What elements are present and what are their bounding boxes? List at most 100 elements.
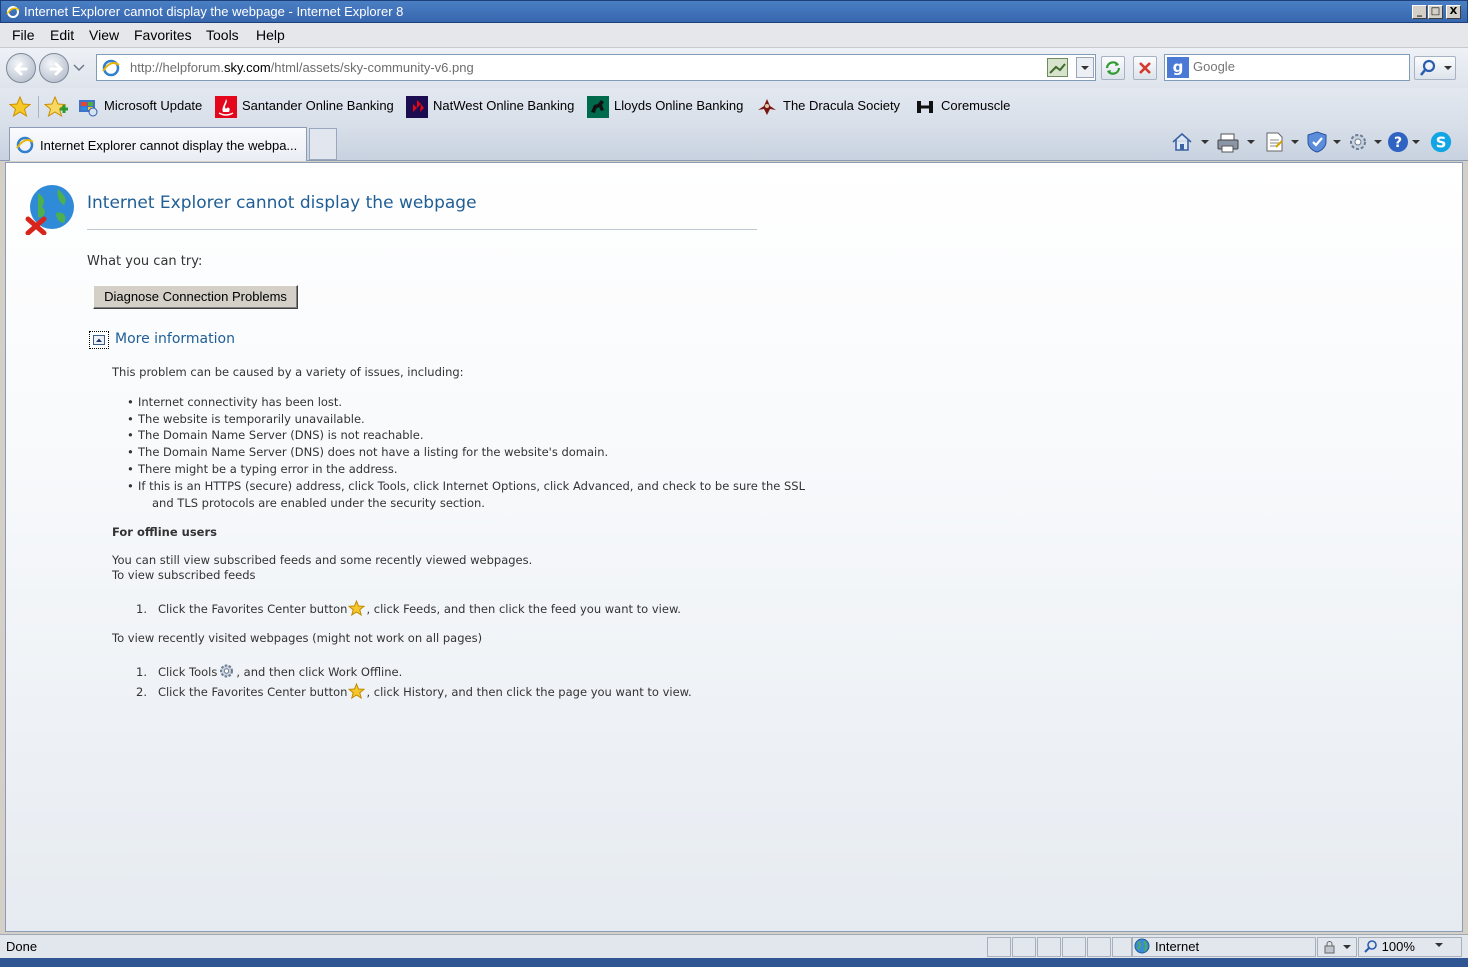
new-tab-button[interactable] [309, 128, 337, 160]
cause-item: The Domain Name Server (DNS) does not ha… [127, 445, 608, 459]
tools-gear-icon[interactable] [1346, 130, 1386, 154]
skype-icon[interactable]: S [1428, 130, 1454, 154]
more-information-link[interactable]: More information [115, 331, 235, 347]
address-bar[interactable]: http://helpforum.sky.com/html/assets/sky… [96, 54, 1096, 81]
favorite-natwest[interactable]: NatWest Online Banking [406, 96, 582, 118]
favorite-label: Santander Online Banking [242, 98, 394, 113]
favorites-bar: Microsoft Update Santander Online Bankin… [0, 88, 1468, 125]
favorite-coremuscle[interactable]: Coremuscle [914, 96, 1018, 118]
protected-mode-cell[interactable] [1317, 937, 1357, 957]
page-menu-icon[interactable] [1263, 130, 1303, 154]
zone-label: Internet [1155, 939, 1200, 954]
menu-help[interactable]: Help [256, 27, 285, 43]
status-cell [1087, 937, 1111, 957]
minimize-button[interactable]: _ [1412, 5, 1427, 19]
stop-x-icon [1139, 62, 1151, 74]
step-number: 1. [136, 665, 147, 679]
santander-flame-icon [215, 96, 237, 118]
search-button[interactable] [1414, 56, 1456, 80]
history-dropdown-icon[interactable] [73, 64, 85, 72]
dracula-icon [758, 99, 776, 115]
refresh-icon [1105, 61, 1121, 75]
help-icon[interactable]: ? [1386, 130, 1424, 154]
compatibility-view-icon[interactable] [1047, 58, 1068, 77]
cause-item: There might be a typing error in the add… [127, 462, 398, 476]
forward-arrow-icon [49, 62, 64, 76]
globe-error-icon [25, 185, 74, 235]
page-heading: Internet Explorer cannot display the web… [87, 193, 477, 213]
problem-intro: This problem can be caused by a variety … [112, 365, 464, 379]
cause-item-continued: and TLS protocols are enabled under the … [152, 496, 485, 510]
safety-shield-icon[interactable] [1305, 130, 1345, 154]
dumbbell-icon [917, 101, 933, 113]
address-url[interactable]: http://helpforum.sky.com/html/assets/sky… [130, 60, 474, 75]
cause-item: If this is an HTTPS (secure) address, cl… [127, 479, 805, 493]
forward-button[interactable] [39, 53, 69, 83]
menu-file[interactable]: File [12, 27, 35, 43]
favorite-label: Lloyds Online Banking [614, 98, 744, 113]
svg-text:?: ? [1394, 135, 1402, 151]
zoom-level[interactable]: 100% [1364, 939, 1445, 954]
internet-globe-icon [1134, 938, 1150, 954]
more-information-toggle[interactable] [89, 331, 109, 349]
back-arrow-icon [13, 62, 28, 76]
back-button[interactable] [6, 53, 36, 83]
menu-favorites[interactable]: Favorites [134, 27, 192, 43]
menu-view[interactable]: View [89, 27, 119, 43]
maximize-button[interactable]: □ [1428, 5, 1443, 19]
security-zone[interactable]: Internet [1134, 938, 1199, 957]
favorite-label: NatWest Online Banking [433, 98, 575, 113]
close-button[interactable]: X [1446, 5, 1461, 19]
search-icon [1419, 59, 1452, 76]
menu-edit[interactable]: Edit [50, 27, 74, 43]
favorite-microsoft-update[interactable]: Microsoft Update [77, 96, 212, 118]
tab-label: Internet Explorer cannot display the web… [40, 138, 298, 153]
title-bar[interactable]: Internet Explorer cannot display the web… [0, 0, 1468, 23]
step-text: Click the Favorites Center button [157, 602, 348, 616]
recent-step-2: 2. Click the Favorites Center button , cl… [136, 683, 692, 699]
status-cell [1012, 937, 1036, 957]
favorite-santander[interactable]: Santander Online Banking [215, 96, 400, 118]
menu-tools[interactable]: Tools [206, 27, 239, 43]
address-dropdown-icon[interactable] [1076, 57, 1094, 78]
print-icon[interactable] [1216, 130, 1258, 154]
favorite-label: Coremuscle [941, 98, 1011, 113]
refresh-button[interactable] [1101, 56, 1125, 80]
tab-ie-icon [16, 136, 34, 154]
favorites-star-icon[interactable] [8, 95, 32, 119]
offline-text: You can still view subscribed feeds and … [112, 553, 533, 567]
feeds-intro: To view subscribed feeds [112, 568, 256, 582]
tools-gear-inline-icon [220, 664, 234, 678]
page-ie-icon [102, 59, 120, 77]
step-text: , click Feeds, and then click the feed y… [366, 602, 681, 616]
tab-current[interactable]: Internet Explorer cannot display the web… [9, 127, 307, 161]
step-number: 2. [136, 685, 147, 699]
google-search-provider-icon: g [1167, 57, 1189, 78]
favorite-lloyds[interactable]: Lloyds Online Banking [587, 96, 751, 118]
add-to-favorites-icon[interactable] [44, 95, 70, 119]
favorites-center-star-icon [348, 683, 366, 699]
search-input[interactable] [1193, 59, 1403, 74]
favorite-dracula-society[interactable]: The Dracula Society [756, 96, 908, 118]
status-text: Done [6, 939, 38, 954]
status-cell [1037, 937, 1061, 957]
favorite-label: The Dracula Society [783, 98, 901, 113]
home-icon[interactable] [1170, 130, 1212, 154]
protected-mode-lock-icon [1324, 941, 1351, 954]
diagnose-connection-button[interactable]: Diagnose Connection Problems [93, 285, 298, 309]
status-cell [987, 937, 1011, 957]
offline-heading: For offline users [112, 525, 217, 539]
heading-divider [87, 229, 757, 230]
step-text: , and then click Work Offline. [236, 665, 403, 679]
feeds-step: 1. Click the Favorites Center button , cl… [136, 600, 681, 616]
zoom-value: 100% [1381, 939, 1415, 954]
status-bar: Done Internet 100% [0, 934, 1468, 958]
search-box[interactable]: g [1164, 54, 1410, 81]
stop-button[interactable] [1133, 56, 1157, 80]
windows-update-icon [79, 100, 98, 117]
navigation-bar: http://helpforum.sky.com/html/assets/sky… [0, 48, 1468, 88]
collapse-arrow-icon [93, 335, 105, 345]
lloyds-horse-icon [587, 96, 609, 118]
zoom-dropdown-icon [1434, 943, 1443, 947]
window-bottom-edge [0, 958, 1468, 967]
